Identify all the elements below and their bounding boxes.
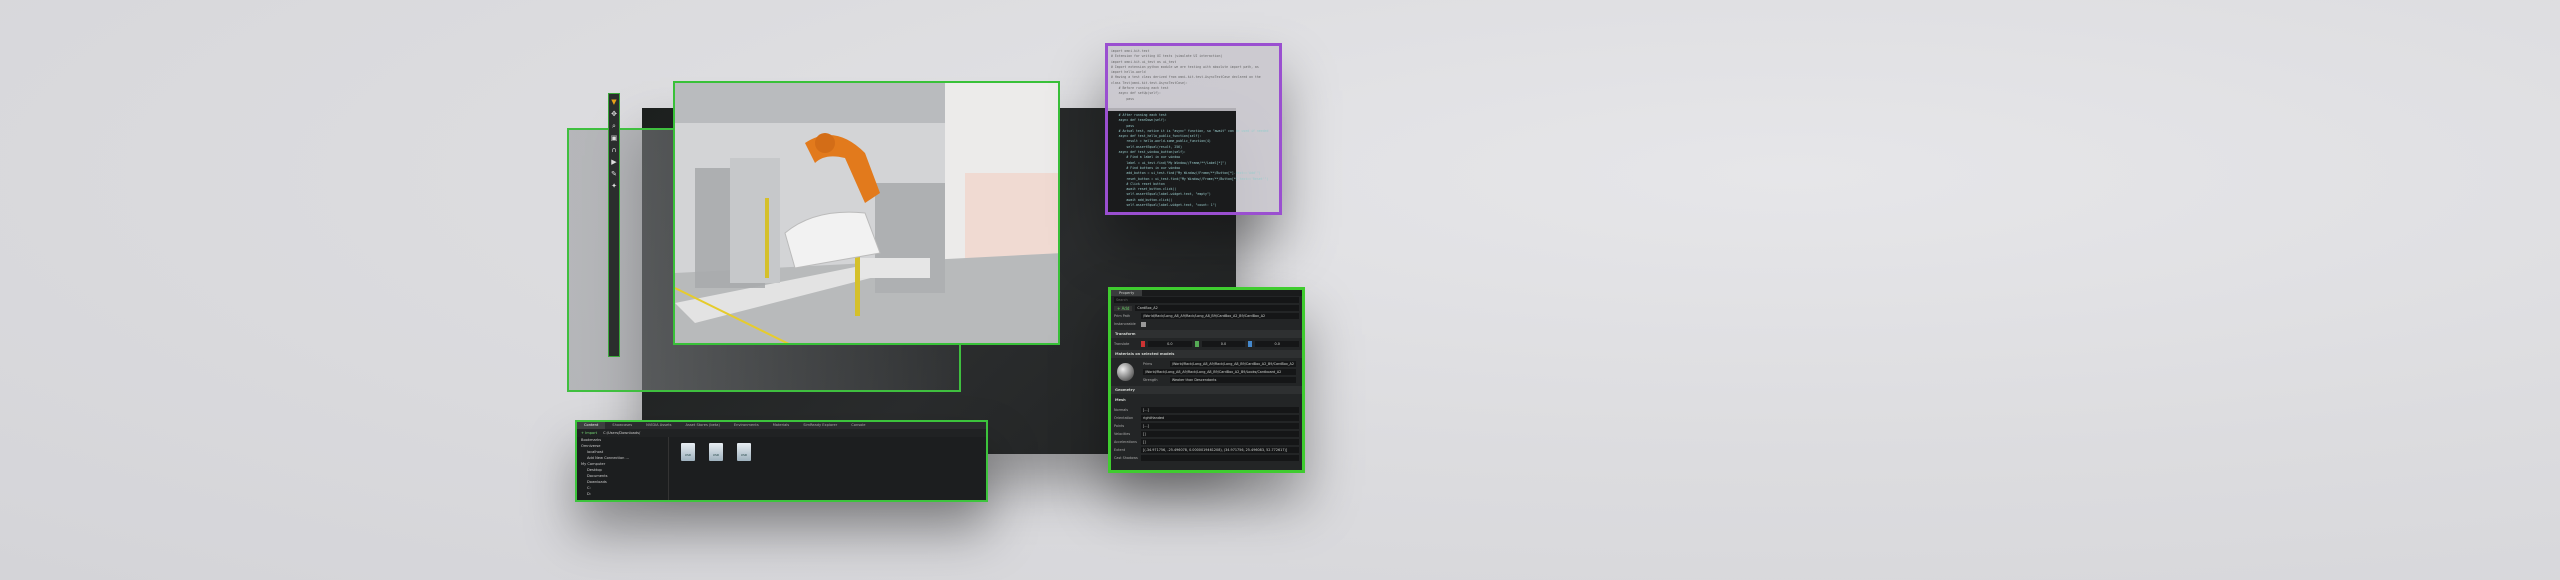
- content-browser: Content Showcases NVIDIA Assets Asset Store…: [575, 420, 988, 502]
- mesh-row-label: Accelerations: [1114, 440, 1137, 444]
- play-icon[interactable]: ▶: [610, 158, 618, 166]
- code-dark-section: # After running each test async def tear…: [1108, 111, 1268, 212]
- tab-environments[interactable]: Environments: [727, 422, 766, 429]
- code-line: # Having a test class derived from omni.…: [1111, 75, 1261, 80]
- prim-path-field[interactable]: /World/Rack/Long_A8_A9/Rack/Long_A8_B9/C…: [1141, 313, 1299, 319]
- code-editor[interactable]: import omni.kit.test # Extension for writ…: [1105, 43, 1282, 215]
- add-button[interactable]: + Add: [1114, 305, 1133, 311]
- folder-tree: Bookmarks Omniverse localhost Add New Conne…: [577, 437, 669, 500]
- translate-z[interactable]: 0.0: [1255, 341, 1300, 347]
- code-line: add_button = ui_test.find("My Window//Fr…: [1111, 171, 1261, 176]
- paint-icon[interactable]: ✎: [610, 170, 618, 178]
- code-line: self.assertEqual(label.widget.text, "cou…: [1111, 203, 1217, 208]
- mesh-row: Extent [(-34.971756, -25.496078, 0.000001…: [1111, 446, 1302, 454]
- mesh-row-value[interactable]: []: [1141, 439, 1299, 445]
- tree-item[interactable]: D:: [577, 491, 668, 497]
- mesh-row: Points [...]: [1111, 422, 1302, 430]
- tab-content[interactable]: Content: [577, 422, 606, 429]
- z-axis-marker: [1248, 341, 1253, 347]
- materials-section[interactable]: Materials on selected models: [1111, 350, 1302, 358]
- select-icon[interactable]: ▼: [610, 98, 618, 106]
- mesh-row-value[interactable]: [...]: [1141, 407, 1299, 413]
- tab-property[interactable]: Property: [1111, 290, 1143, 296]
- strength-dropdown[interactable]: Weaker than Descendants: [1169, 377, 1296, 383]
- import-button[interactable]: + Import: [581, 431, 597, 435]
- move-icon[interactable]: ✥: [610, 110, 618, 118]
- translate-x[interactable]: 0.0: [1148, 341, 1192, 347]
- name-field[interactable]: CardBox_A2: [1135, 305, 1299, 311]
- mesh-row-value[interactable]: [...]: [1141, 423, 1299, 429]
- snap-icon[interactable]: ▣: [610, 134, 618, 142]
- instanceable-checkbox[interactable]: [1141, 321, 1146, 327]
- import-label: Import: [585, 431, 598, 435]
- y-axis-marker: [1194, 341, 1199, 347]
- geometry-section[interactable]: Geometry: [1111, 386, 1302, 394]
- mesh-row: Orientation rightHanded: [1111, 414, 1302, 422]
- strength-label: Strength: [1142, 378, 1158, 382]
- mesh-row-label: Orientation: [1114, 416, 1134, 420]
- add-label: Add: [1121, 305, 1130, 311]
- mesh-section[interactable]: Mesh: [1111, 396, 1302, 404]
- tab-showcases[interactable]: Showcases: [605, 422, 639, 429]
- viewport-toolbar: ▼ ✥ ⌕ ▣ ∩ ▶ ✎ ✦: [608, 93, 620, 357]
- code-light-section: import omni.kit.test # Extension for writ…: [1111, 49, 1276, 102]
- tab-console[interactable]: Console: [844, 422, 872, 429]
- mesh-row: Cast Shadows: [1111, 454, 1302, 462]
- mesh-row-value[interactable]: [(-34.971756, -25.496078, 0.000001946120…: [1141, 447, 1299, 453]
- tab-nvidia-assets[interactable]: NVIDIA Assets: [639, 422, 678, 429]
- translate-y[interactable]: 0.0: [1201, 341, 1246, 347]
- x-axis-marker: [1141, 341, 1145, 347]
- mesh-row-value[interactable]: [1141, 455, 1299, 461]
- tab-simready-explorer[interactable]: SimReady Explorer: [796, 422, 844, 429]
- mesh-row: Normals [...]: [1111, 406, 1302, 414]
- file-grid: USD USD USD: [669, 437, 986, 500]
- mesh-row-label: Points: [1114, 424, 1125, 428]
- usd-file-icon[interactable]: USD: [737, 443, 751, 461]
- mesh-row-label: Extent: [1114, 448, 1126, 452]
- tab-asset-stores-beta-[interactable]: Asset Stores (beta): [678, 422, 726, 429]
- search-input[interactable]: Search: [1114, 297, 1299, 303]
- material-field[interactable]: /World/Rack/Long_A8_A9/Rack/Long_A8_B9/C…: [1142, 369, 1296, 375]
- mesh-row-label: Normals: [1114, 408, 1129, 412]
- usd-file-icon[interactable]: USD: [709, 443, 723, 461]
- prims-field: /World/Rack/Long_A8_A9/Rack/Long_A8_B9/C…: [1169, 361, 1296, 367]
- mesh-row-value[interactable]: rightHanded: [1141, 415, 1299, 421]
- material-preview-sphere: [1117, 363, 1134, 381]
- transform-section[interactable]: Transform: [1111, 330, 1302, 338]
- usd-file-icon[interactable]: USD: [681, 443, 695, 461]
- mesh-row-value[interactable]: []: [1141, 431, 1299, 437]
- zoom-icon[interactable]: ⌕: [610, 122, 618, 130]
- prim-path-label: Prim Path: [1114, 314, 1131, 318]
- light-icon[interactable]: ✦: [610, 182, 618, 190]
- viewport[interactable]: [673, 81, 1060, 345]
- property-panel: Property Search + Add CardBox_A2 Prim Pat…: [1108, 287, 1305, 473]
- code-line: pass: [1111, 96, 1135, 101]
- prims-label: Prims: [1142, 362, 1153, 366]
- instanceable-label: Instanceable: [1114, 322, 1136, 326]
- magnet-icon[interactable]: ∩: [610, 146, 618, 154]
- path-field[interactable]: C:/Users/Downloads/: [603, 431, 640, 435]
- mesh-row-label: Velocities: [1114, 432, 1131, 436]
- mesh-row: Velocities []: [1111, 430, 1302, 438]
- mesh-row-label: Cast Shadows: [1114, 456, 1138, 460]
- translate-label: Translate: [1114, 342, 1130, 346]
- tab-materials[interactable]: Materials: [766, 422, 796, 429]
- mesh-row: Accelerations []: [1111, 438, 1302, 446]
- factory-scene-image: [675, 83, 1058, 343]
